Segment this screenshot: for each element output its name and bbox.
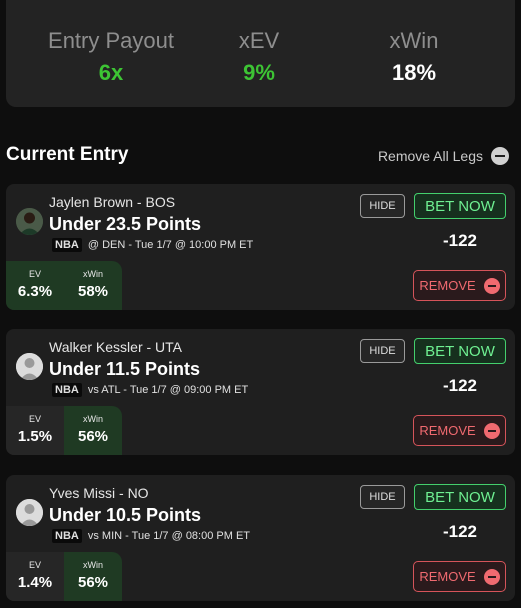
current-entry-header: Current Entry Remove All Legs	[6, 144, 515, 172]
player-name: Jaylen Brown - BOS	[49, 194, 176, 210]
hide-button[interactable]: HIDE	[360, 485, 405, 509]
xwin-stat: xWin 18%	[329, 28, 499, 86]
player-name: Walker Kessler - UTA	[49, 339, 183, 355]
xwin-label: xWin	[83, 560, 103, 570]
game-info: NBA @ DEN - Tue 1/7 @ 10:00 PM ET	[52, 238, 253, 252]
default-avatar-icon	[16, 353, 43, 380]
ev-value: 1.4%	[17, 574, 53, 591]
hide-button[interactable]: HIDE	[360, 339, 405, 363]
leg-metrics: EV 1.5% xWin 56%	[6, 406, 122, 455]
remove-all-legs-button[interactable]: Remove All Legs	[378, 147, 509, 165]
leg-metrics: EV 6.3% xWin 58%	[6, 261, 122, 310]
entry-payout-label: Entry Payout	[48, 28, 174, 53]
prop-line: Under 11.5 Points	[49, 359, 201, 379]
remove-label: REMOVE	[419, 278, 476, 293]
player-name: Yves Missi - NO	[49, 485, 149, 501]
game-details: @ DEN - Tue 1/7 @ 10:00 PM ET	[87, 239, 254, 251]
minus-circle-icon	[483, 277, 500, 294]
ev-label: EV	[28, 414, 41, 424]
remove-label: REMOVE	[419, 569, 476, 584]
xev-label: xEV	[238, 28, 280, 53]
ev-label: EV	[28, 269, 41, 279]
xwin-label: xWin	[83, 269, 103, 279]
player-avatar	[16, 499, 43, 526]
default-avatar-icon	[16, 499, 43, 526]
prop-line: Under 23.5 Points	[49, 214, 202, 234]
minus-circle-icon	[483, 568, 500, 585]
leg-card: Walker Kessler - UTA Under 11.5 Points N…	[6, 329, 515, 455]
entry-payout-stat: Entry Payout 6x	[26, 28, 196, 86]
current-entry-title: Current Entry	[6, 144, 129, 165]
leg-card: Yves Missi - NO Under 10.5 Points NBA vs…	[6, 475, 515, 601]
xwin-metric: xWin 56%	[64, 406, 122, 455]
game-info: NBA vs MIN - Tue 1/7 @ 08:00 PM ET	[52, 529, 250, 543]
remove-leg-button[interactable]: REMOVE	[413, 270, 506, 301]
league-badge: NBA	[52, 383, 82, 397]
game-details: vs ATL - Tue 1/7 @ 09:00 PM ET	[87, 384, 249, 396]
player-photo-icon	[16, 208, 43, 235]
remove-label: REMOVE	[419, 423, 476, 438]
player-avatar	[16, 353, 43, 380]
odds-value: -122	[442, 231, 478, 250]
ev-label: EV	[28, 560, 41, 570]
xev-stat: xEV 9%	[174, 28, 344, 86]
league-badge: NBA	[52, 238, 82, 252]
ev-metric: EV 1.4%	[6, 552, 64, 601]
xev-value: 9%	[243, 60, 275, 85]
bet-now-button[interactable]: BET NOW	[414, 193, 506, 219]
leg-metrics: EV 1.4% xWin 56%	[6, 552, 122, 601]
ev-metric: EV 1.5%	[6, 406, 64, 455]
player-avatar	[16, 208, 43, 235]
hide-button[interactable]: HIDE	[360, 194, 405, 218]
remove-leg-button[interactable]: REMOVE	[413, 415, 506, 446]
leg-card: Jaylen Brown - BOS Under 23.5 Points NBA…	[6, 184, 515, 310]
xwin-value: 58%	[77, 283, 109, 300]
bet-now-button[interactable]: BET NOW	[414, 484, 506, 510]
odds-value: -122	[442, 522, 478, 541]
remove-leg-button[interactable]: REMOVE	[413, 561, 506, 592]
xwin-value: 18%	[391, 60, 437, 85]
entry-summary-panel: Entry Payout 6x xEV 9% xWin 18%	[6, 0, 515, 107]
xwin-metric: xWin 58%	[64, 261, 122, 310]
xwin-metric: xWin 56%	[64, 552, 122, 601]
ev-value: 6.3%	[17, 283, 53, 300]
remove-all-legs-label: Remove All Legs	[377, 148, 483, 164]
xwin-value: 56%	[77, 574, 109, 591]
ev-metric: EV 6.3%	[6, 261, 64, 310]
xwin-label: xWin	[389, 28, 439, 53]
game-info: NBA vs ATL - Tue 1/7 @ 09:00 PM ET	[52, 383, 248, 397]
league-badge: NBA	[52, 529, 82, 543]
minus-circle-icon	[483, 422, 500, 439]
minus-circle-icon	[491, 147, 509, 165]
xwin-value: 56%	[77, 428, 109, 445]
entry-payout-value: 6x	[98, 60, 124, 85]
odds-value: -122	[442, 376, 478, 395]
bet-now-button[interactable]: BET NOW	[414, 338, 506, 364]
ev-value: 1.5%	[17, 428, 53, 445]
prop-line: Under 10.5 Points	[49, 505, 202, 525]
xwin-label: xWin	[83, 414, 103, 424]
game-details: vs MIN - Tue 1/7 @ 08:00 PM ET	[87, 530, 251, 542]
